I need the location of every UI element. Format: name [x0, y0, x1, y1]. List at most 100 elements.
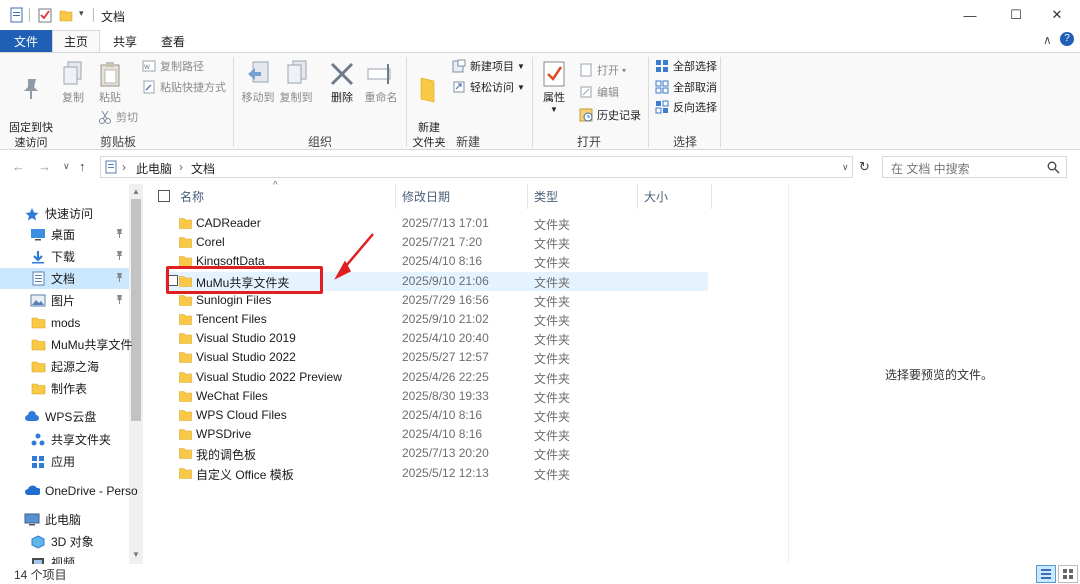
move-to-button[interactable]: 移动到 [239, 59, 277, 106]
file-date: 2025/4/26 22:25 [402, 369, 489, 384]
table-row[interactable]: 我的调色板 2025/7/13 20:20 文件夹 [165, 444, 708, 463]
table-row[interactable]: WPSDrive 2025/4/10 8:16 文件夹 [165, 425, 708, 444]
nav-item-label: 3D 对象 [51, 535, 94, 549]
collapse-ribbon-icon[interactable]: ∧ [1043, 33, 1052, 47]
select-none-button[interactable]: 全部取消 [654, 78, 717, 96]
nav-item[interactable]: WPS云盘 [24, 406, 96, 427]
column-header-date[interactable]: 修改日期 [402, 184, 450, 209]
paste-shortcut-button[interactable]: 粘贴快捷方式 [141, 78, 226, 96]
invert-selection-button[interactable]: 反向选择 [654, 98, 717, 116]
help-icon[interactable]: ? [1060, 32, 1074, 46]
customize-quick-access-icon[interactable]: ▾ [79, 8, 84, 19]
recent-locations-button[interactable]: ∨ [63, 161, 70, 172]
nav-item[interactable]: 起源之海 [30, 356, 99, 377]
nav-item-label: mods [51, 315, 81, 330]
column-header-type[interactable]: 类型 [534, 184, 558, 209]
address-bar[interactable]: › 此电脑 › 文档 ∨ [100, 156, 853, 178]
column-header-name[interactable]: 名称 [180, 184, 204, 209]
edit-icon [578, 85, 593, 100]
large-icons-view-button[interactable] [1058, 565, 1078, 583]
tab-file[interactable]: 文件 [0, 30, 52, 52]
large-icons-view-icon [1063, 569, 1073, 579]
desktop-icon [30, 228, 46, 242]
address-dropdown-icon[interactable]: ∨ [842, 162, 849, 173]
table-row[interactable]: CADReader 2025/7/13 17:01 文件夹 [165, 214, 708, 233]
table-row[interactable]: Tencent Files 2025/9/10 21:02 文件夹 [165, 310, 708, 329]
nav-item-label: 桌面 [51, 228, 76, 242]
nav-item[interactable]: 桌面 [30, 224, 75, 245]
file-name: Corel [196, 235, 225, 250]
nav-scrollbar-thumb[interactable] [131, 199, 141, 421]
table-row[interactable]: Visual Studio 2022 2025/5/27 12:57 文件夹 [165, 348, 708, 367]
nav-item[interactable]: 制作表 [30, 378, 87, 399]
select-all-button[interactable]: 全部选择 [654, 57, 717, 75]
new-folder-button[interactable]: 新建 文件夹 [410, 59, 448, 151]
forward-button[interactable]: → [38, 159, 51, 174]
back-button[interactable]: ← [12, 159, 25, 174]
nav-item[interactable]: 快速访问 [24, 203, 93, 224]
maximize-button[interactable]: ☐ [993, 0, 1039, 30]
nav-item[interactable]: MuMu共享文件 [30, 334, 132, 355]
tab-share[interactable]: 共享 [103, 30, 147, 52]
new-item-button[interactable]: 新建项目 ▼ [451, 57, 525, 75]
search-input[interactable]: 在 文档 中搜索 [891, 160, 970, 177]
file-explorer-icon[interactable] [10, 7, 24, 23]
delete-button[interactable]: 删除 [326, 59, 358, 106]
paste-button[interactable]: 粘贴 [95, 59, 125, 106]
nav-item[interactable]: 此电脑 [24, 509, 81, 530]
open-button[interactable]: 打开 ▾ [578, 61, 626, 79]
nav-item[interactable]: mods [30, 312, 80, 333]
search-box[interactable]: 在 文档 中搜索 [882, 156, 1067, 178]
breadcrumb-documents[interactable]: 文档 [191, 160, 215, 177]
tab-view[interactable]: 查看 [150, 30, 196, 52]
table-row[interactable]: WPS Cloud Files 2025/4/10 8:16 文件夹 [165, 406, 708, 425]
table-row[interactable]: Corel 2025/7/21 7:20 文件夹 [165, 233, 708, 252]
history-icon [578, 108, 593, 123]
copy-path-button[interactable]: W 复制路径 [141, 57, 204, 75]
nav-item[interactable]: 3D 对象 [30, 531, 94, 552]
nav-item[interactable]: 视频 [30, 552, 75, 564]
column-header-size[interactable]: 大小 [644, 184, 668, 209]
pin-quick-access-button[interactable]: 固定到快 速访问 [6, 59, 56, 151]
edit-button[interactable]: 编辑 [578, 83, 619, 101]
nav-item[interactable]: 文档 [0, 268, 129, 289]
refresh-button[interactable]: ↻ [859, 159, 870, 175]
history-button[interactable]: 历史记录 [578, 106, 641, 124]
scroll-down-icon[interactable]: ▼ [132, 550, 140, 559]
breadcrumb-this-pc[interactable]: 此电脑 [136, 160, 172, 177]
details-view-button[interactable] [1036, 565, 1056, 583]
copy-button[interactable]: 复制 [58, 59, 88, 106]
table-row[interactable]: Visual Studio 2019 2025/4/10 20:40 文件夹 [165, 329, 708, 348]
minimize-button[interactable]: — [947, 0, 993, 30]
scroll-up-icon[interactable]: ▲ [132, 187, 140, 196]
document-location-icon [105, 160, 117, 174]
delete-x-icon [327, 59, 357, 89]
rename-button[interactable]: 重命名 [362, 59, 400, 106]
nav-item[interactable]: OneDrive - Perso [24, 480, 138, 501]
search-icon[interactable] [1047, 161, 1060, 174]
nav-item-label: 共享文件夹 [51, 433, 112, 447]
nav-item[interactable]: 应用 [30, 451, 75, 472]
select-all-checkbox[interactable] [158, 190, 170, 202]
copy-to-button[interactable]: 复制到 [278, 59, 314, 106]
table-row[interactable]: Visual Studio 2022 Preview 2025/4/26 22:2… [165, 368, 708, 387]
folder-icon [30, 360, 46, 374]
properties-icon[interactable] [38, 7, 52, 23]
nav-scrollbar[interactable]: ▲ ▼ [129, 184, 143, 564]
tab-home[interactable]: 主页 [52, 30, 100, 52]
table-row[interactable]: WeChat Files 2025/8/30 19:33 文件夹 [165, 387, 708, 406]
nav-item-label: 图片 [51, 294, 76, 308]
nav-item[interactable]: 图片 [30, 290, 75, 311]
close-button[interactable]: ✕ [1034, 0, 1080, 30]
up-button[interactable]: ↑ [79, 159, 86, 174]
easy-access-button[interactable]: 轻松访问 ▼ [451, 78, 525, 96]
new-folder-icon[interactable] [59, 7, 73, 23]
cut-button[interactable]: 剪切 [97, 108, 138, 126]
nav-item[interactable]: 共享文件夹 [30, 429, 111, 450]
file-name: WeChat Files [196, 388, 268, 403]
table-row[interactable]: 自定义 Office 模板 2025/5/12 12:13 文件夹 [165, 464, 708, 483]
file-date: 2025/4/10 8:16 [402, 408, 483, 422]
properties-check-icon [539, 59, 569, 89]
nav-item[interactable]: 下载 [30, 246, 75, 267]
properties-button[interactable]: 属性 ▼ [537, 59, 571, 114]
